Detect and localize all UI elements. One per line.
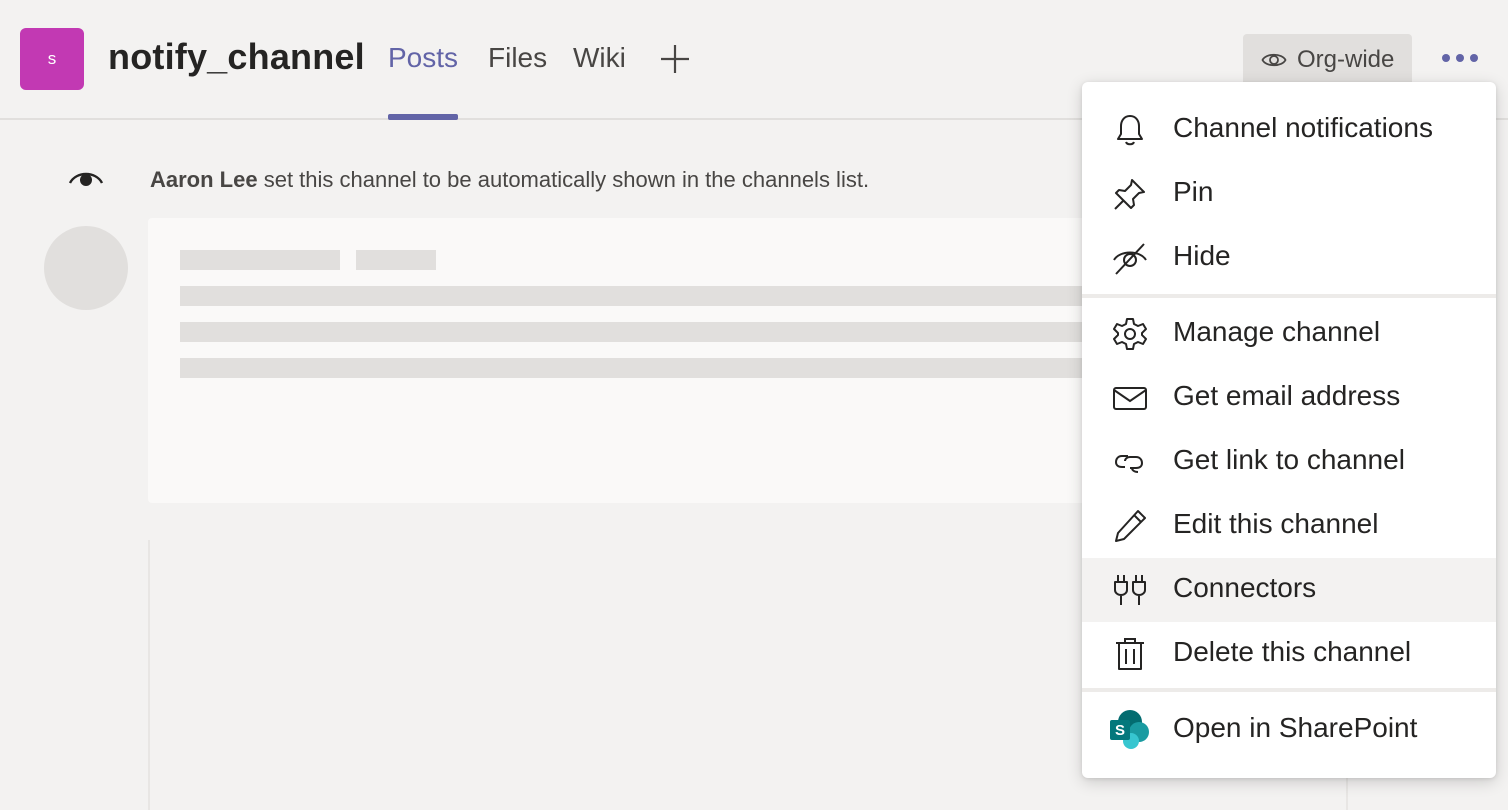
menu-item-open-in-sharepoint[interactable]: S Open in SharePoint xyxy=(1082,698,1496,762)
tab-files[interactable]: Files xyxy=(488,42,547,118)
more-options-button[interactable] xyxy=(1440,48,1480,68)
menu-item-label: Connectors xyxy=(1173,572,1317,603)
menu-item-label: Channel notifications xyxy=(1173,112,1433,143)
tab-posts[interactable]: Posts xyxy=(388,42,459,120)
menu-item-label: Delete this channel xyxy=(1173,636,1412,667)
system-message-text: set this channel to be automatically sho… xyxy=(257,167,870,192)
bell-icon xyxy=(1117,115,1143,146)
plus-icon xyxy=(661,45,689,73)
menu-item-label: Get email address xyxy=(1173,380,1401,411)
trash-icon xyxy=(1116,638,1144,670)
menu-item-delete-this-channel[interactable]: Delete this channel xyxy=(1082,622,1496,686)
avatar-placeholder xyxy=(44,226,128,310)
svg-text:S: S xyxy=(1115,722,1125,739)
team-avatar[interactable]: s xyxy=(20,28,84,90)
ellipsis-icon xyxy=(1442,54,1478,62)
skeleton-bar xyxy=(356,250,436,270)
system-message-actor[interactable]: Aaron Lee xyxy=(150,167,258,192)
mail-icon xyxy=(1113,387,1147,410)
skeleton-bar xyxy=(180,286,1180,306)
menu-item-label: Hide xyxy=(1173,240,1231,271)
menu-item-label: Get link to channel xyxy=(1173,444,1405,475)
menu-item-get-email-address[interactable]: Get email address xyxy=(1082,366,1496,430)
menu-item-channel-notifications[interactable]: Channel notifications xyxy=(1082,98,1496,162)
pin-icon xyxy=(1114,179,1145,210)
menu-divider xyxy=(1082,294,1496,298)
menu-divider xyxy=(1082,688,1496,692)
org-wide-badge[interactable]: Org-wide xyxy=(1243,34,1412,86)
menu-item-manage-channel[interactable]: Manage channel xyxy=(1082,302,1496,366)
org-wide-label: Org-wide xyxy=(1297,46,1395,73)
menu-item-label: Open in SharePoint xyxy=(1173,712,1418,743)
menu-item-hide[interactable]: Hide xyxy=(1082,226,1496,290)
skeleton-bar xyxy=(180,358,1180,378)
visibility-eye-icon xyxy=(66,163,106,195)
menu-item-label: Edit this channel xyxy=(1173,508,1379,539)
system-message: Aaron Lee set this channel to be automat… xyxy=(150,167,869,193)
eye-off-icon xyxy=(1113,243,1147,275)
eye-icon xyxy=(1261,53,1287,67)
gear-icon xyxy=(1113,318,1147,350)
menu-item-connectors[interactable]: Connectors xyxy=(1082,558,1496,622)
link-icon xyxy=(1114,455,1144,473)
menu-item-edit-this-channel[interactable]: Edit this channel xyxy=(1082,494,1496,558)
menu-item-get-link-to-channel[interactable]: Get link to channel xyxy=(1082,430,1496,494)
menu-item-label: Manage channel xyxy=(1173,316,1381,347)
menu-item-label: Pin xyxy=(1173,176,1214,207)
add-tab-button[interactable] xyxy=(659,43,691,75)
skeleton-bar xyxy=(180,322,1180,342)
plug-icon xyxy=(1114,575,1146,605)
sharepoint-icon: S xyxy=(1110,710,1149,749)
pencil-icon xyxy=(1115,510,1146,542)
tab-wiki[interactable]: Wiki xyxy=(573,42,626,118)
channel-title: notify_channel xyxy=(108,36,365,77)
skeleton-bar xyxy=(180,250,340,270)
menu-item-pin[interactable]: Pin xyxy=(1082,162,1496,226)
channel-context-menu: Channel notifications Pin Hide Manage ch… xyxy=(1082,82,1496,778)
